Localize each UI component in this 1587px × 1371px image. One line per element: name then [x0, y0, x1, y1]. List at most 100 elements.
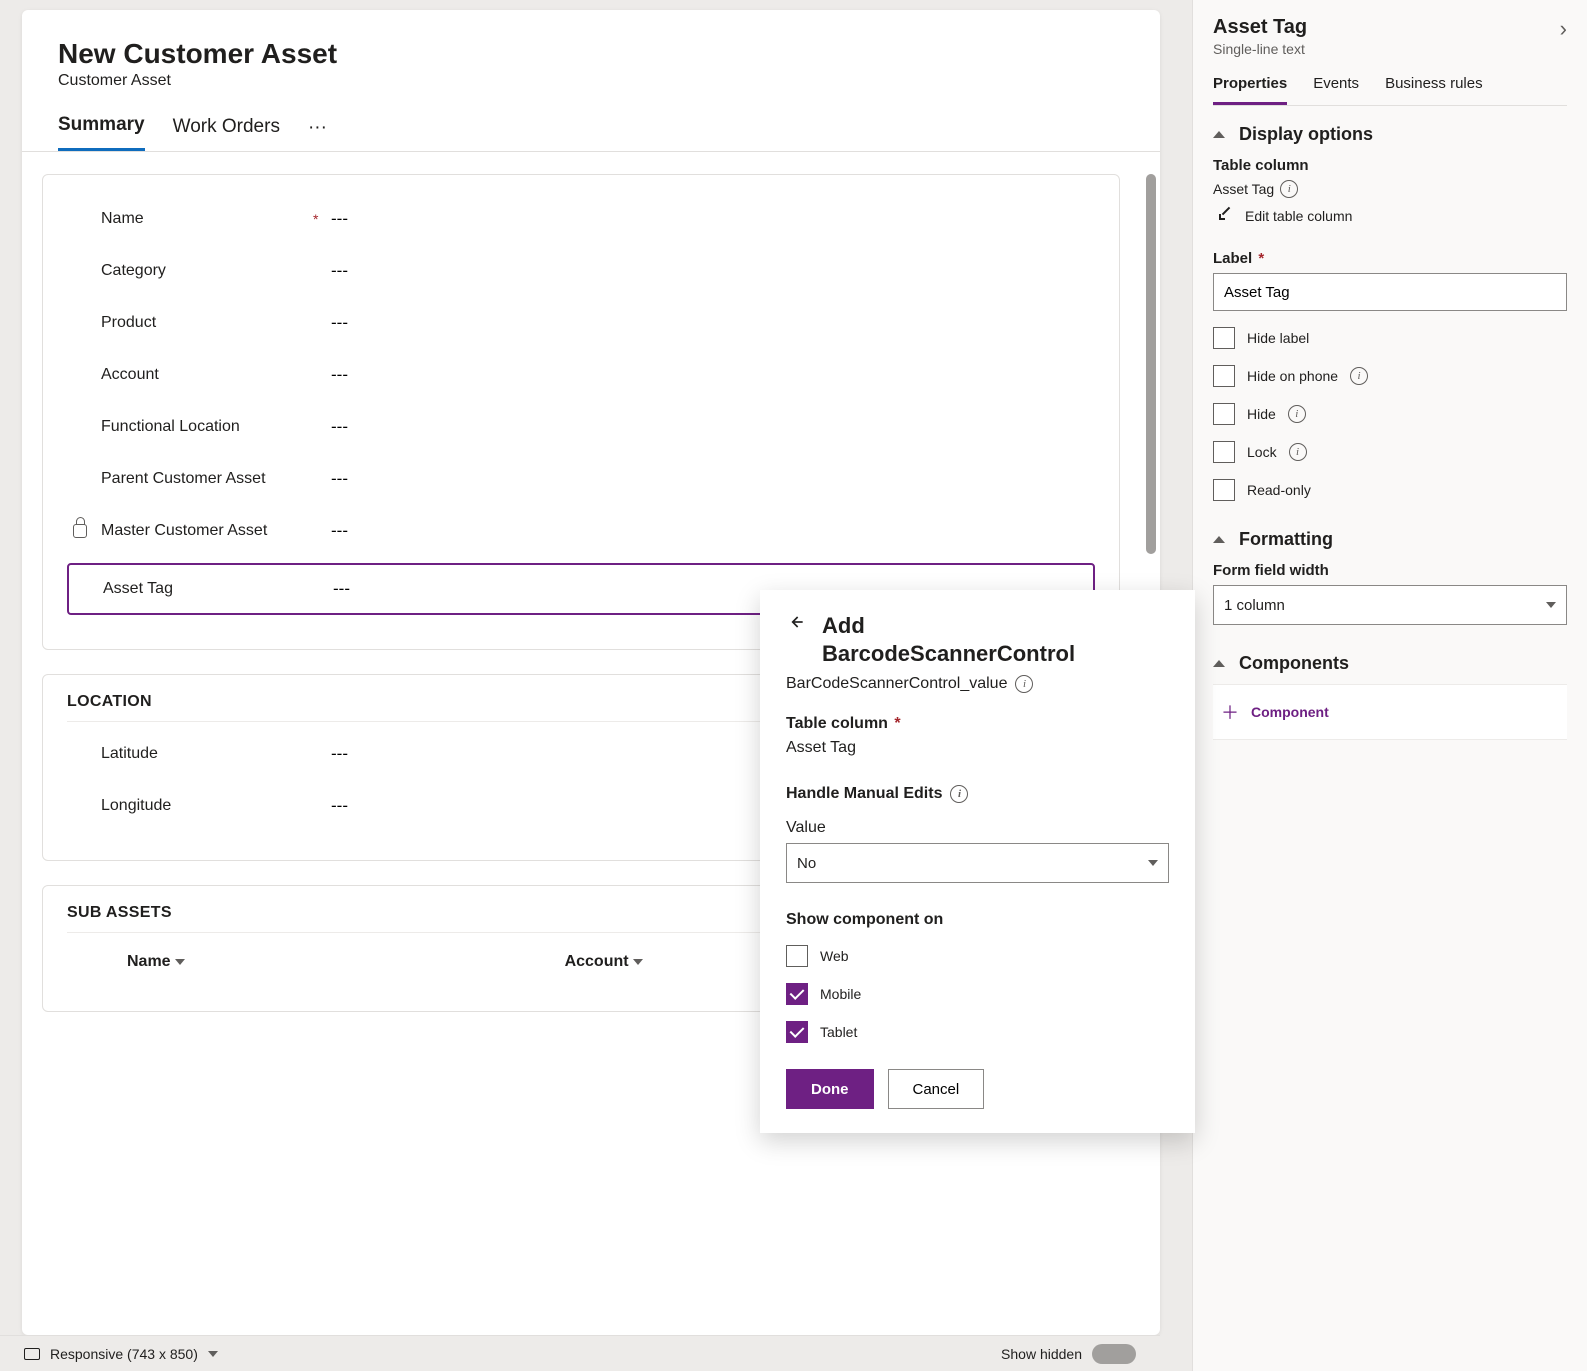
checkbox-checked[interactable]: [786, 983, 808, 1005]
add-component-button[interactable]: ＋ Component: [1213, 684, 1567, 740]
checkbox-unchecked[interactable]: [1213, 479, 1235, 501]
field-functional-location-label: Functional Location: [101, 418, 240, 436]
field-master-customer-asset-value: ---: [331, 521, 348, 541]
chevron-up-icon: [1213, 536, 1225, 543]
checkbox-unchecked[interactable]: [786, 945, 808, 967]
accordion-formatting[interactable]: Formatting: [1213, 529, 1567, 550]
field-longitude-label: Longitude: [101, 797, 171, 815]
label-input[interactable]: [1213, 273, 1567, 311]
scrollbar[interactable]: [1146, 174, 1156, 554]
chevron-down-icon: [633, 959, 643, 965]
pencil-icon: [1219, 208, 1235, 224]
info-icon[interactable]: i: [1289, 443, 1307, 461]
popover-title-prefix: Add: [822, 613, 865, 638]
form-subtitle: Customer Asset: [58, 72, 1124, 90]
checkbox-checked[interactable]: [786, 1021, 808, 1043]
field-longitude-value: ---: [331, 796, 348, 816]
accordion-components[interactable]: Components: [1213, 653, 1567, 674]
info-icon[interactable]: i: [1288, 405, 1306, 423]
show-on-mobile-check[interactable]: Mobile: [786, 983, 1169, 1005]
hide-on-phone-check[interactable]: Hide on phone i: [1213, 365, 1567, 387]
chevron-down-icon[interactable]: [208, 1351, 218, 1357]
cancel-button[interactable]: Cancel: [888, 1069, 985, 1109]
panel-tab-properties[interactable]: Properties: [1213, 75, 1287, 105]
field-latitude-label: Latitude: [101, 745, 158, 763]
field-account-value: ---: [331, 365, 348, 385]
popover-show-on-label: Show component on: [786, 911, 1169, 929]
field-account[interactable]: Account ---: [67, 349, 1095, 401]
required-indicator: *: [313, 211, 318, 227]
field-category-label: Category: [101, 262, 166, 280]
chevron-up-icon: [1213, 131, 1225, 138]
info-icon[interactable]: i: [1280, 180, 1298, 198]
lock-icon: [73, 524, 101, 538]
panel-title: Asset Tag: [1213, 16, 1307, 39]
field-product-value: ---: [331, 313, 348, 333]
plus-icon: ＋: [1221, 699, 1239, 725]
edit-table-column-link[interactable]: Edit table column: [1219, 208, 1567, 224]
tab-more[interactable]: ···: [308, 117, 327, 149]
panel-collapse-arrow[interactable]: ›: [1560, 16, 1567, 42]
back-arrow-icon[interactable]: [786, 612, 806, 632]
table-column-heading: Table column: [1213, 157, 1567, 174]
tab-work-orders[interactable]: Work Orders: [173, 116, 280, 150]
field-parent-customer-asset-value: ---: [331, 469, 348, 489]
form-field-width-select[interactable]: 1 column: [1213, 585, 1567, 625]
hide-label-check[interactable]: Hide label: [1213, 327, 1567, 349]
popover-value-select[interactable]: No: [786, 843, 1169, 883]
popover-table-column-value: Asset Tag: [786, 739, 1169, 757]
tab-summary[interactable]: Summary: [58, 114, 145, 151]
lock-check[interactable]: Lock i: [1213, 441, 1567, 463]
field-category[interactable]: Category ---: [67, 245, 1095, 297]
checkbox-unchecked[interactable]: [1213, 365, 1235, 387]
hide-check[interactable]: Hide i: [1213, 403, 1567, 425]
popover-title-main: BarcodeScannerControl: [822, 641, 1075, 666]
chevron-up-icon: [1213, 660, 1225, 667]
grid-col-account[interactable]: Account: [565, 953, 643, 971]
checkbox-unchecked[interactable]: [1213, 403, 1235, 425]
label-heading: Label: [1213, 250, 1252, 267]
popover-subtitle: BarCodeScannerControl_value: [786, 675, 1007, 693]
field-asset-tag-label: Asset Tag: [103, 580, 173, 598]
info-icon[interactable]: i: [1350, 367, 1368, 385]
checkbox-unchecked[interactable]: [1213, 327, 1235, 349]
device-icon: [24, 1348, 40, 1360]
field-name-label: Name: [101, 210, 144, 228]
chevron-down-icon: [175, 959, 185, 965]
field-master-customer-asset[interactable]: Master Customer Asset ---: [67, 505, 1095, 557]
field-master-customer-asset-label: Master Customer Asset: [101, 522, 267, 540]
accordion-display-options[interactable]: Display options: [1213, 124, 1567, 145]
info-icon[interactable]: i: [950, 785, 968, 803]
checkbox-unchecked[interactable]: [1213, 441, 1235, 463]
field-asset-tag-value: ---: [333, 579, 350, 599]
field-name[interactable]: Name * ---: [67, 193, 1095, 245]
popover-table-column-label: Table column: [786, 715, 888, 732]
show-hidden-label: Show hidden: [1001, 1346, 1082, 1362]
read-only-check[interactable]: Read-only: [1213, 479, 1567, 501]
show-on-tablet-check[interactable]: Tablet: [786, 1021, 1169, 1043]
field-parent-customer-asset-label: Parent Customer Asset: [101, 470, 266, 488]
field-product-label: Product: [101, 314, 156, 332]
field-product[interactable]: Product ---: [67, 297, 1095, 349]
panel-tab-business-rules[interactable]: Business rules: [1385, 75, 1483, 105]
responsive-label[interactable]: Responsive (743 x 850): [50, 1346, 198, 1362]
form-field-width-label: Form field width: [1213, 562, 1567, 579]
field-category-value: ---: [331, 261, 348, 281]
chevron-down-icon: [1546, 602, 1556, 608]
info-icon[interactable]: i: [1015, 675, 1033, 693]
add-component-popover: Add BarcodeScannerControl BarCodeScanner…: [760, 590, 1195, 1133]
show-hidden-toggle[interactable]: [1092, 1344, 1136, 1364]
section-general: Name * --- Category --- Product ---: [42, 174, 1120, 650]
field-name-value: ---: [331, 209, 348, 229]
field-parent-customer-asset[interactable]: Parent Customer Asset ---: [67, 453, 1095, 505]
grid-col-name-label: Name: [127, 953, 171, 971]
field-functional-location[interactable]: Functional Location ---: [67, 401, 1095, 453]
panel-subtitle: Single-line text: [1213, 41, 1307, 57]
field-latitude-value: ---: [331, 744, 348, 764]
field-functional-location-value: ---: [331, 417, 348, 437]
show-on-web-check[interactable]: Web: [786, 945, 1169, 967]
grid-col-account-label: Account: [565, 953, 629, 971]
panel-tab-events[interactable]: Events: [1313, 75, 1359, 105]
done-button[interactable]: Done: [786, 1069, 874, 1109]
grid-col-name[interactable]: Name: [127, 953, 185, 971]
